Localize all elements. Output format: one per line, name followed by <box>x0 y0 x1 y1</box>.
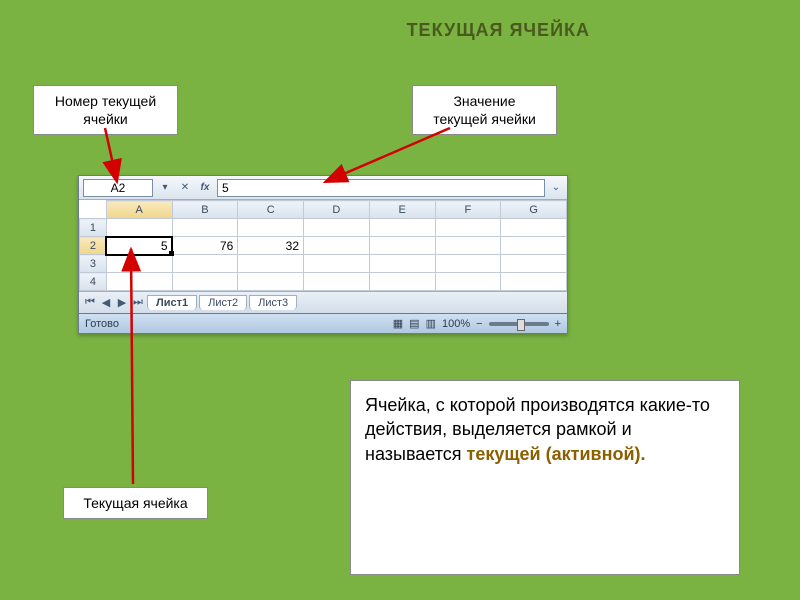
arrow-to-active-cell <box>0 0 800 600</box>
